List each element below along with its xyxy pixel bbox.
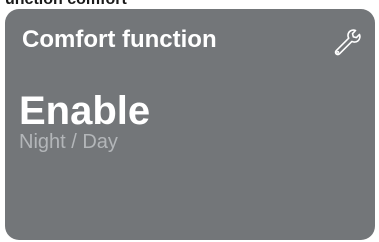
tile-title: Comfort function [22,26,217,53]
function-mode-label: Night / Day [19,131,118,153]
comfort-function-tile[interactable]: Comfort function Enable Night / Day [5,9,375,240]
function-state-value: Enable [19,89,151,133]
page-caption: unction comfort [5,0,127,9]
wrench-icon[interactable] [331,27,361,57]
